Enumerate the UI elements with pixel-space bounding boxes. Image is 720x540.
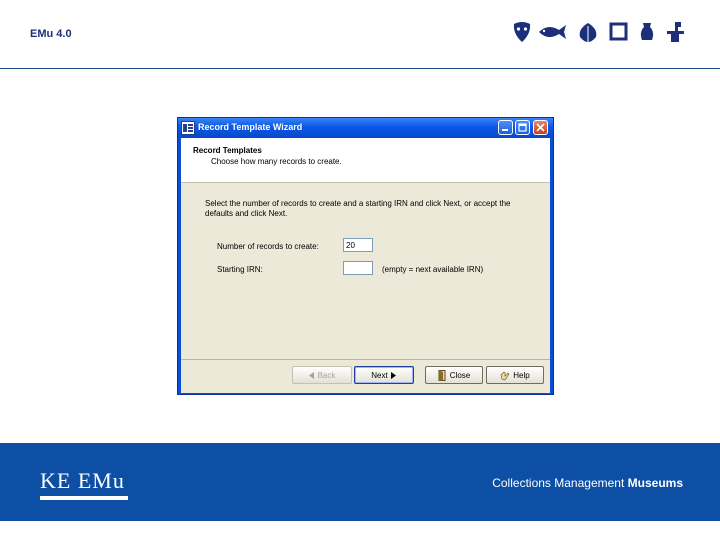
wizard-instructions: Select the number of records to create a… [205, 199, 511, 218]
record-count-input[interactable] [343, 238, 373, 252]
collection-icons [513, 22, 684, 42]
minimize-button[interactable] [498, 120, 513, 135]
leaf-icon [579, 23, 597, 42]
frame-icon [609, 22, 628, 41]
door-icon [438, 369, 446, 381]
help-icon [500, 371, 510, 380]
window-title: Record Template Wizard [198, 122, 303, 132]
wizard-heading: Record Templates [193, 146, 262, 155]
maximize-button[interactable] [515, 120, 530, 135]
next-button[interactable]: Next [354, 366, 414, 384]
button-area-divider [181, 359, 550, 360]
statue-icon [667, 22, 684, 42]
next-button-label: Next [371, 370, 388, 380]
help-button-label: Help [513, 370, 530, 380]
close-icon [536, 123, 545, 132]
window-titlebar[interactable]: Record Template Wizard [178, 118, 553, 138]
close-button-label: Close [449, 370, 471, 380]
ke-emu-logo: KE EMu [40, 468, 130, 500]
minimize-icon [502, 129, 508, 131]
wizard-subheading: Choose how many records to create. [211, 157, 342, 166]
fish-icon [539, 25, 566, 39]
arrow-right-icon [390, 371, 396, 379]
logo-text: KE EMu [40, 468, 125, 493]
close-window-button[interactable] [533, 120, 548, 135]
back-button[interactable]: Back [292, 366, 352, 384]
tagline-regular: Collections Management [492, 476, 625, 490]
back-button-label: Back [317, 370, 336, 380]
starting-irn-input[interactable] [343, 261, 373, 275]
mask-icon [513, 22, 531, 42]
starting-irn-label: Starting IRN: [217, 265, 263, 274]
footer-band: KE EMu Collections Management Museums [0, 443, 720, 521]
record-count-label: Number of records to create: [217, 242, 319, 251]
maximize-icon [518, 123, 527, 132]
help-button[interactable]: Help [486, 366, 544, 384]
wizard-client-area: Record Templates Choose how many records… [181, 138, 550, 393]
tagline-bold: Museums [627, 476, 683, 490]
close-button[interactable]: Close [425, 366, 483, 384]
wizard-window: Record Template Wizard Record Templates … [177, 117, 554, 395]
emu-app-icon [181, 121, 195, 135]
arrow-left-icon [308, 371, 314, 379]
wizard-header: Record Templates Choose how many records… [181, 138, 550, 183]
slide-title: EMu 4.0 [30, 28, 72, 40]
vase-icon [640, 23, 654, 40]
footer-tagline: Collections Management Museums [492, 476, 683, 490]
header-rule [0, 68, 720, 69]
logo-underline [40, 496, 128, 500]
starting-irn-hint: (empty = next available IRN) [382, 265, 484, 274]
